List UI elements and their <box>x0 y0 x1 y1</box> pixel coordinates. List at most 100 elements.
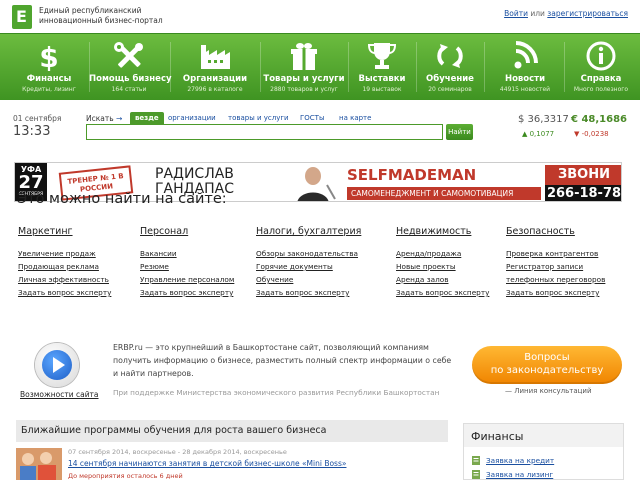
nav-label: Выставки <box>358 74 406 84</box>
about-text: ERBP.ru — это крупнейший в Башкортостане… <box>113 343 452 378</box>
category-link[interactable]: Управление персоналом <box>140 273 234 286</box>
category-title[interactable]: Персонал <box>140 226 234 237</box>
nav-divider <box>348 42 349 92</box>
finance-box-title: Финансы <box>471 430 524 443</box>
info-icon <box>586 41 616 71</box>
site-features-link[interactable]: Возможности сайта <box>20 390 99 399</box>
event-countdown: До мероприятия осталось 6 дней <box>68 472 183 480</box>
nav-sub: 19 выставок <box>362 86 402 93</box>
search-button[interactable]: Найти <box>446 124 473 140</box>
top-bar: E Единый республиканский инновационный б… <box>0 0 640 33</box>
nav-item-organizations[interactable]: Организации 27996 в каталоге <box>172 34 258 101</box>
finance-link-leasing[interactable]: Заявка на лизинг <box>486 470 553 479</box>
nav-item-goods-services[interactable]: Товары и услуги 2880 товаров и услуг <box>262 34 346 101</box>
search-input[interactable] <box>86 124 443 140</box>
category-link[interactable]: Увеличение продаж <box>18 247 111 260</box>
nav-sub: 164 статьи <box>111 86 147 93</box>
category-link[interactable]: Личная эффективность <box>18 273 111 286</box>
category-link[interactable]: Резюме <box>140 260 234 273</box>
category-link[interactable]: Вакансии <box>140 247 234 260</box>
category-title[interactable]: Безопасность <box>506 226 605 237</box>
banner-call: ЗВОНИ <box>545 165 621 185</box>
nav-label: Организации <box>182 74 248 84</box>
category-link[interactable]: Задать вопрос эксперту <box>18 286 111 299</box>
video-play-button[interactable] <box>35 343 79 387</box>
category-link[interactable]: Задать вопрос эксперту <box>396 286 489 299</box>
nav-sub: Кредиты, лизинг <box>22 86 76 93</box>
law-questions-button[interactable]: Вопросы по законодательству <box>472 346 622 384</box>
register-link[interactable]: зарегистрироваться <box>547 9 628 18</box>
eur-change: ▼ -0,0238 <box>574 130 609 138</box>
tools-icon <box>114 42 143 68</box>
category-link[interactable]: Обучение <box>256 273 361 286</box>
dollar-icon: $ <box>39 41 58 71</box>
site-logo[interactable]: E <box>12 5 32 29</box>
auth-or: или <box>530 9 545 18</box>
support-text: При поддержке Министерства экономическог… <box>113 388 440 397</box>
speaker-photo <box>283 163 343 201</box>
category-taxes: Налоги, бухгалтерия Обзоры законодательс… <box>256 226 361 299</box>
nav-item-business-help[interactable]: Помощь бизнесу 164 статьи <box>89 34 172 101</box>
svg-text:$: $ <box>39 41 58 71</box>
usd-rate: $ 36,3317 <box>518 114 569 125</box>
category-marketing: Маркетинг Увеличение продаж Продающая ре… <box>18 226 111 299</box>
category-link[interactable]: Задать вопрос эксперту <box>506 286 605 299</box>
search-tab-goods[interactable]: товары и услуги <box>228 112 289 124</box>
event-title-link[interactable]: 14 сентября начинаются занятия в детской… <box>68 459 346 468</box>
nav-label: Финансы <box>26 74 72 84</box>
category-link[interactable]: Продающая реклама <box>18 260 111 273</box>
gift-icon <box>291 43 317 70</box>
category-link[interactable]: Горячие документы <box>256 260 361 273</box>
login-link[interactable]: Войти <box>504 9 528 18</box>
category-title[interactable]: Недвижимость <box>396 226 489 237</box>
current-date: 01 сентября <box>13 114 62 123</box>
category-title[interactable]: Маркетинг <box>18 226 111 237</box>
category-link[interactable]: Новые проекты <box>396 260 489 273</box>
find-section-title: Это можно найти на сайте: <box>17 191 227 207</box>
nav-item-finance[interactable]: $ Финансы Кредиты, лизинг <box>10 34 88 101</box>
nav-item-news[interactable]: Новости 44915 новостей <box>488 34 562 101</box>
nav-label: Новости <box>504 74 546 84</box>
category-link[interactable]: Проверка контрагентов <box>506 247 605 260</box>
finance-link-credit[interactable]: Заявка на кредит <box>486 456 554 465</box>
category-link[interactable]: Аренда/продажа <box>396 247 489 260</box>
category-link[interactable]: Задать вопрос эксперту <box>140 286 234 299</box>
nav-divider <box>170 42 171 92</box>
tagline-line-1: Единый республиканский <box>39 6 142 15</box>
finance-box: Финансы Заявка на кредит Заявка на лизин… <box>463 423 624 480</box>
category-link[interactable]: Обзоры законодательства <box>256 247 361 260</box>
category-personnel: Персонал Вакансии Резюме Управление перс… <box>140 226 234 299</box>
banner-name-1: РАДИСЛАВ <box>155 166 234 182</box>
search-tab-everywhere[interactable]: везде <box>130 112 164 124</box>
category-link[interactable]: телефонных переговоров <box>506 273 605 286</box>
category-link[interactable]: Аренда залов <box>396 273 489 286</box>
search-tab-gost[interactable]: ГОСТы <box>300 112 324 124</box>
eur-rate: € 48,1686 <box>571 114 627 125</box>
site-tagline: Единый республиканский инновационный биз… <box>39 6 199 26</box>
nav-item-exhibitions[interactable]: Выставки 19 выставок <box>350 34 414 101</box>
category-link[interactable]: Регистратор записи <box>506 260 605 273</box>
event-dates: 07 сентября 2014, воскресенье - 28 декаб… <box>68 448 287 456</box>
category-title[interactable]: Налоги, бухгалтерия <box>256 226 361 237</box>
nav-item-education[interactable]: Обучение 20 семинаров <box>418 34 482 101</box>
document-icon <box>472 470 480 479</box>
nav-divider <box>416 42 417 92</box>
tagline-line-2: инновационный бизнес-портал <box>39 16 163 25</box>
nav-sub: 20 семинаров <box>428 86 472 93</box>
event-thumbnail[interactable] <box>16 448 62 480</box>
law-button-line-2: по законодательству <box>490 365 604 376</box>
search-label-text: Искать <box>86 114 114 123</box>
refresh-icon <box>437 44 463 68</box>
search-tab-organizations[interactable]: организации <box>168 112 216 124</box>
category-link[interactable]: Задать вопрос эксперту <box>256 286 361 299</box>
banner-phone: 266-18-78 <box>545 185 622 201</box>
current-time: 13:33 <box>13 124 51 139</box>
search-tab-map[interactable]: на карте <box>339 112 371 124</box>
law-note: — Линия консультаций <box>505 387 592 395</box>
search-label: Искать → <box>86 114 122 123</box>
nav-divider <box>564 42 565 92</box>
nav-sub: Много полезного <box>573 86 629 93</box>
nav-label: Обучение <box>426 74 474 84</box>
category-real-estate: Недвижимость Аренда/продажа Новые проект… <box>396 226 489 299</box>
nav-item-help[interactable]: Справка Много полезного <box>568 34 634 101</box>
